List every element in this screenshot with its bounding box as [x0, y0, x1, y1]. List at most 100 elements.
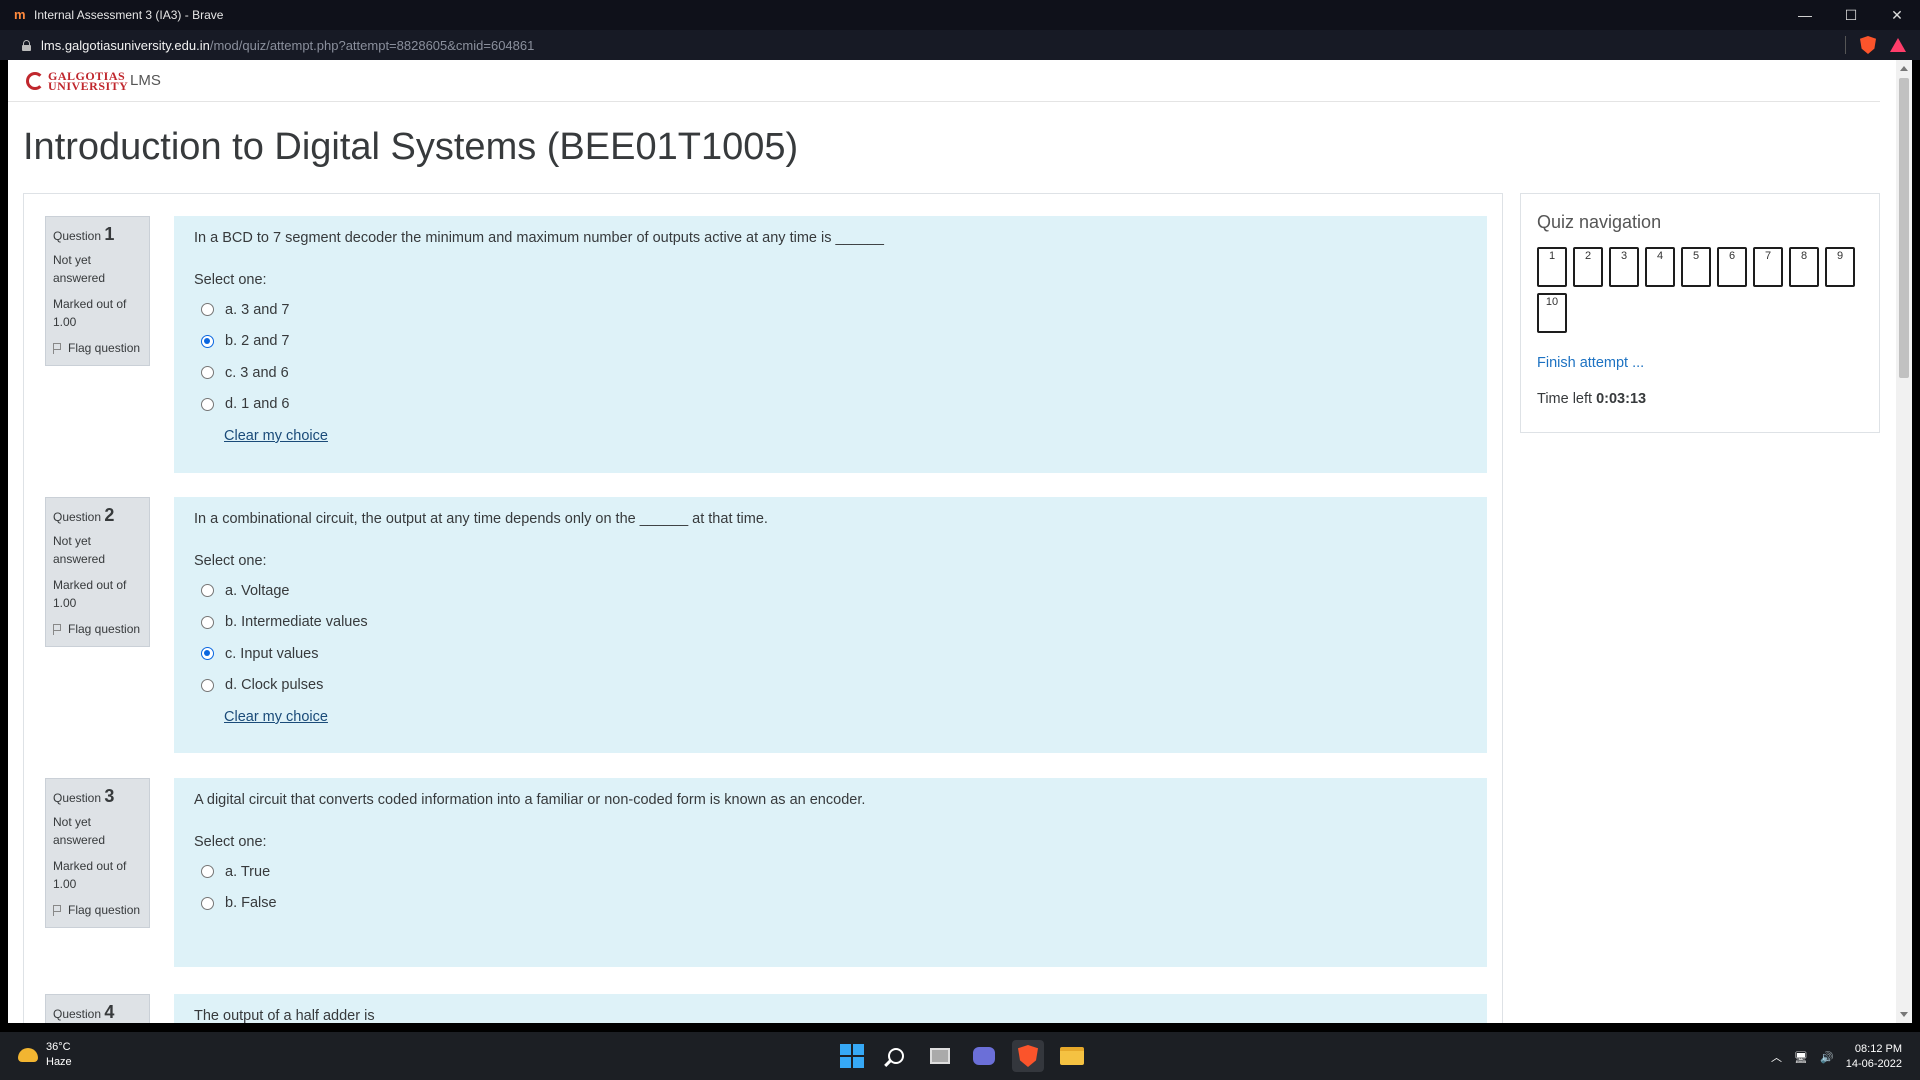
- question-content: In a BCD to 7 segment decoder the minimu…: [174, 216, 1487, 473]
- answer-option[interactable]: c. 3 and 6: [201, 357, 1467, 389]
- chat-button[interactable]: [968, 1040, 1000, 1072]
- answer-option[interactable]: a. 3 and 7: [201, 294, 1467, 326]
- minimize-button[interactable]: —: [1782, 0, 1828, 30]
- brave-taskbar-button[interactable]: [1012, 1040, 1044, 1072]
- question-text: The output of a half adder is: [194, 1008, 375, 1023]
- question-grade: Marked out of 1.00: [53, 859, 127, 891]
- select-one-prompt: Select one:: [194, 834, 267, 850]
- answer-option[interactable]: b. False: [201, 888, 1467, 920]
- question-number: Question 3: [53, 786, 115, 806]
- time-left: Time left 0:03:13: [1537, 391, 1647, 407]
- time-left-value: 0:03:13: [1596, 391, 1647, 407]
- scrollbar-thumb[interactable]: [1899, 78, 1909, 378]
- answer-list: a. True b. False: [194, 856, 1467, 919]
- window-title: Internal Assessment 3 (IA3) - Brave: [34, 8, 224, 22]
- maximize-button[interactable]: ☐: [1828, 0, 1874, 30]
- question-info: Question 1 Not yet answered Marked out o…: [45, 216, 150, 366]
- question-state: Not yet answered: [53, 253, 106, 285]
- answer-option[interactable]: b. Intermediate values: [201, 607, 1467, 639]
- radio-button[interactable]: [201, 303, 214, 317]
- answer-option[interactable]: a. Voltage: [201, 575, 1467, 607]
- answer-option[interactable]: b. 2 and 7: [201, 326, 1467, 358]
- quiz-navigation-title: Quiz navigation: [1537, 212, 1662, 232]
- url-host: lms.galgotiasuniversity.edu.in: [41, 37, 210, 53]
- question-number: Question 2: [53, 505, 115, 525]
- quiz-nav-button-6[interactable]: 6: [1717, 247, 1747, 287]
- system-tray: ︿ 🖥 🔊 08:12 PM 14-06-2022: [1771, 1042, 1902, 1072]
- address-bar-actions: [1845, 36, 1906, 54]
- quiz-nav-button-3[interactable]: 3: [1609, 247, 1639, 287]
- page-scrollbar[interactable]: [1896, 60, 1912, 1023]
- question-info: Question 4: [45, 994, 150, 1023]
- lock-icon[interactable]: [22, 39, 31, 51]
- volume-icon[interactable]: 🔊: [1820, 1051, 1834, 1064]
- url-path: /mod/quiz/attempt.php?attempt=8828605&cm…: [209, 37, 535, 53]
- quiz-nav-button-1[interactable]: 1: [1537, 247, 1567, 287]
- flag-question-button[interactable]: Flag question: [53, 901, 142, 919]
- clear-choice-link[interactable]: Clear my choice: [224, 709, 1467, 725]
- flag-question-button[interactable]: Flag question: [53, 620, 142, 638]
- radio-button-selected[interactable]: [201, 334, 214, 348]
- radio-button-selected[interactable]: [201, 647, 214, 661]
- question-content: In a combinational circuit, the output a…: [174, 497, 1487, 753]
- question-grade: Marked out of 1.00: [53, 297, 127, 329]
- question-text: In a combinational circuit, the output a…: [194, 511, 768, 527]
- close-button[interactable]: ✕: [1874, 0, 1920, 30]
- weather-temperature: 36°C: [46, 1041, 71, 1053]
- answer-option[interactable]: c. Input values: [201, 638, 1467, 670]
- site-header: GALGOTIAS UNIVERSITY LMS: [8, 60, 1880, 102]
- taskbar-apps: [836, 1040, 1088, 1072]
- brave-rewards-icon[interactable]: [1890, 38, 1906, 52]
- radio-button[interactable]: [201, 678, 214, 692]
- flag-icon: [53, 342, 62, 354]
- radio-button[interactable]: [201, 896, 214, 910]
- answer-list: a. 3 and 7 b. 2 and 7 c. 3 and 6 d. 1 an…: [194, 294, 1467, 420]
- start-button[interactable]: [836, 1040, 868, 1072]
- radio-button[interactable]: [201, 366, 214, 380]
- brave-browser-icon: [1018, 1045, 1038, 1067]
- url-text[interactable]: lms.galgotiasuniversity.edu.in/mod/quiz/…: [41, 38, 534, 53]
- question-text: A digital circuit that converts coded in…: [194, 792, 866, 808]
- radio-button[interactable]: [201, 584, 214, 598]
- galgotias-logo-icon: [26, 71, 44, 90]
- chevron-up-icon[interactable]: ︿: [1771, 1049, 1782, 1065]
- radio-button[interactable]: [201, 397, 214, 411]
- scroll-down-arrow-icon[interactable]: [1900, 1012, 1908, 1017]
- answer-option[interactable]: d. Clock pulses: [201, 670, 1467, 702]
- search-icon: [888, 1048, 904, 1064]
- task-view-button[interactable]: [924, 1040, 956, 1072]
- weather-sun-icon: [18, 1048, 38, 1062]
- quiz-nav-button-4[interactable]: 4: [1645, 247, 1675, 287]
- file-explorer-button[interactable]: [1056, 1040, 1088, 1072]
- finish-attempt-link[interactable]: Finish attempt ...: [1537, 355, 1863, 371]
- quiz-nav-button-8[interactable]: 8: [1789, 247, 1819, 287]
- quiz-nav-button-7[interactable]: 7: [1753, 247, 1783, 287]
- clear-choice-link[interactable]: Clear my choice: [224, 428, 1467, 444]
- radio-button[interactable]: [201, 615, 214, 629]
- answer-option[interactable]: d. 1 and 6: [201, 389, 1467, 421]
- quiz-nav-button-5[interactable]: 5: [1681, 247, 1711, 287]
- site-logo[interactable]: GALGOTIAS UNIVERSITY LMS: [26, 68, 161, 93]
- weather-widget[interactable]: 36°C Haze: [18, 1040, 72, 1070]
- quiz-nav-button-9[interactable]: 9: [1825, 247, 1855, 287]
- logo-text: GALGOTIAS UNIVERSITY: [48, 68, 129, 93]
- lms-label: LMS: [130, 72, 161, 89]
- radio-button[interactable]: [201, 865, 214, 879]
- quiz-nav-button-2[interactable]: 2: [1573, 247, 1603, 287]
- question-info: Question 3 Not yet answered Marked out o…: [45, 778, 150, 928]
- flag-question-button[interactable]: Flag question: [53, 339, 142, 357]
- quiz-nav-button-10[interactable]: 10: [1537, 293, 1567, 333]
- address-bar[interactable]: lms.galgotiasuniversity.edu.in/mod/quiz/…: [0, 30, 1920, 60]
- answer-option[interactable]: a. True: [201, 856, 1467, 888]
- page-viewport: GALGOTIAS UNIVERSITY LMS Introduction to…: [8, 60, 1896, 1023]
- answer-list: a. Voltage b. Intermediate values c. Inp…: [194, 575, 1467, 701]
- brave-shields-icon[interactable]: [1860, 36, 1876, 54]
- page-title: Introduction to Digital Systems (BEE01T1…: [23, 126, 799, 168]
- network-icon[interactable]: 🖥: [1794, 1051, 1808, 1064]
- taskbar-clock[interactable]: 08:12 PM 14-06-2022: [1846, 1042, 1902, 1072]
- question-state: Not yet answered: [53, 815, 106, 847]
- scroll-up-arrow-icon[interactable]: [1900, 66, 1908, 71]
- folder-icon: [1060, 1047, 1084, 1065]
- search-button[interactable]: [880, 1040, 912, 1072]
- clock-time: 08:12 PM: [1854, 1043, 1902, 1055]
